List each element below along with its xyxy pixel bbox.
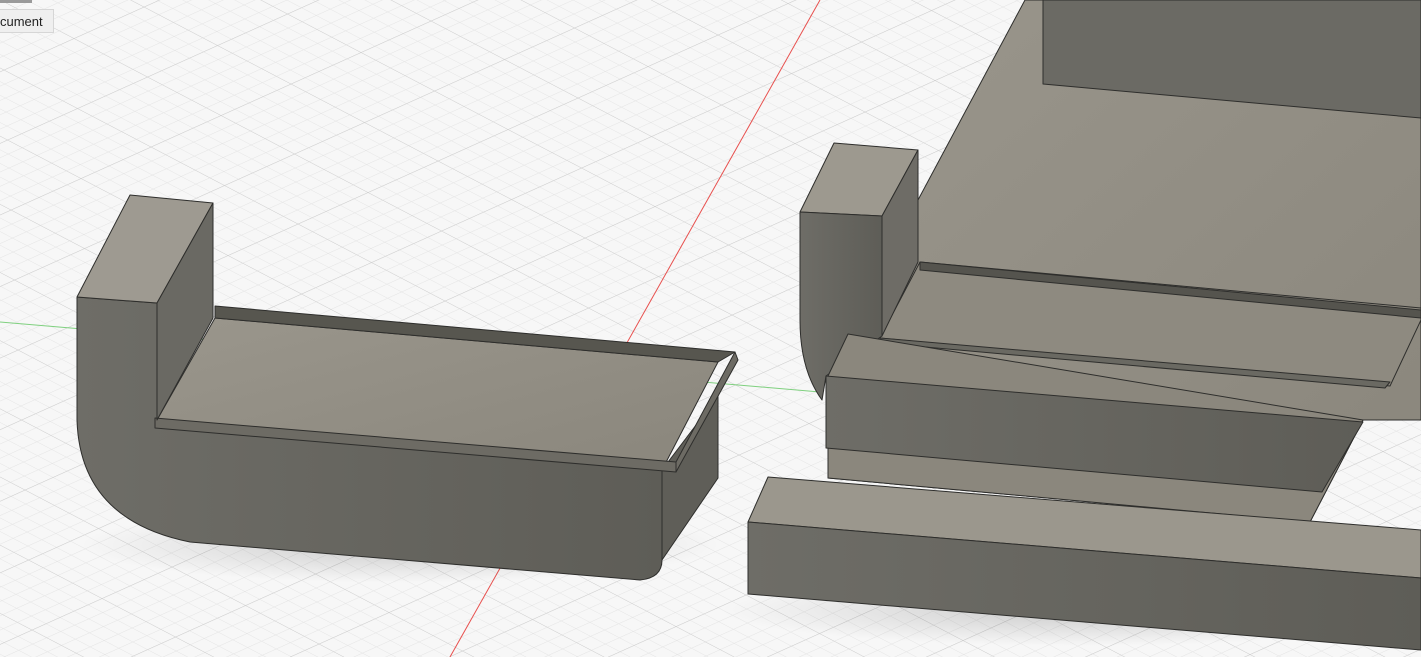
document-tab[interactable]: cument xyxy=(0,9,54,33)
model-canvas[interactable] xyxy=(0,0,1421,657)
document-tab-label: cument xyxy=(0,14,43,29)
document-tab-indicator xyxy=(0,0,32,3)
3d-viewport[interactable]: cument xyxy=(0,0,1421,657)
